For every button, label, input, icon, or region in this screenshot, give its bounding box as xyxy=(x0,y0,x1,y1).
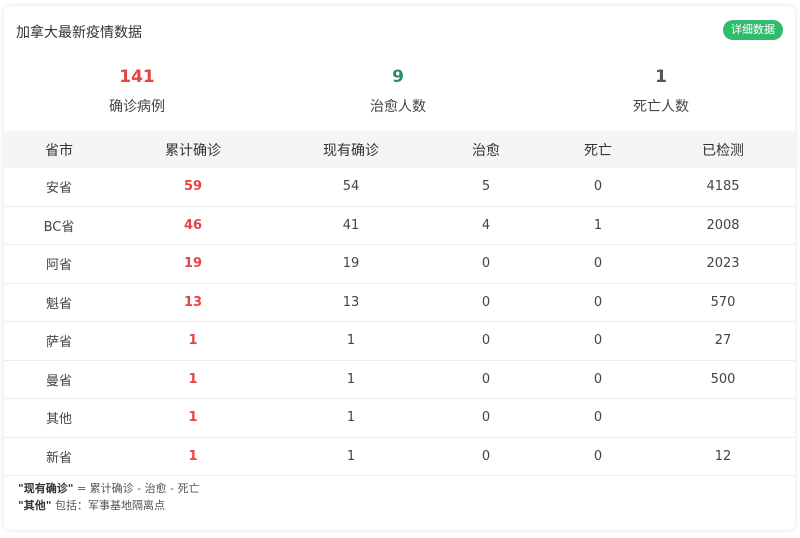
cured-cell: 0 xyxy=(481,371,491,387)
deaths-cell: 0 xyxy=(593,179,603,195)
deaths-cell: 0 xyxy=(593,448,603,464)
province-cell: 曼省 xyxy=(45,373,72,389)
total-confirmed-cell: 13 xyxy=(183,294,203,310)
table-row: 魁省 13 13 0 0 570 xyxy=(4,284,795,322)
deaths-cell: 0 xyxy=(593,294,603,310)
column-header-total-confirmed: 累计确诊 xyxy=(165,142,221,159)
footnote-other-definition: "其他" 包括：军事基地隔离点 xyxy=(18,497,200,514)
stat-deaths: 1 死亡人数 xyxy=(561,66,761,116)
footnotes: "现有确诊" = 累计确诊 - 治愈 - 死亡 "其他" 包括：军事基地隔离点 xyxy=(18,480,200,514)
card-header: 加拿大最新疫情数据 详细数据 xyxy=(16,20,783,42)
column-header-province: 省市 xyxy=(45,142,73,159)
active-cell: 1 xyxy=(346,410,356,426)
tested-cell: 12 xyxy=(714,448,732,464)
data-card: 加拿大最新疫情数据 详细数据 141 确诊病例 9 治愈人数 1 死亡人数 省市… xyxy=(4,6,795,530)
cured-cell: 0 xyxy=(481,294,491,310)
province-cell: 新省 xyxy=(45,450,72,466)
active-cell: 41 xyxy=(342,217,360,233)
cured-cell: 4 xyxy=(481,217,491,233)
column-header-tested: 已检测 xyxy=(702,142,744,159)
cured-label: 治愈人数 xyxy=(370,99,426,115)
summary-stats: 141 确诊病例 9 治愈人数 1 死亡人数 xyxy=(4,66,795,126)
deaths-cell: 0 xyxy=(593,410,603,426)
total-confirmed-cell: 59 xyxy=(183,179,203,195)
deaths-count: 1 xyxy=(655,67,667,87)
active-cell: 1 xyxy=(346,371,356,387)
deaths-cell: 0 xyxy=(593,333,603,349)
deaths-cell: 0 xyxy=(593,256,603,272)
cured-cell: 0 xyxy=(481,448,491,464)
tested-cell: 570 xyxy=(710,294,736,310)
footnote-active-definition: "现有确诊" = 累计确诊 - 治愈 - 死亡 xyxy=(18,480,200,497)
total-confirmed-cell: 46 xyxy=(183,217,203,233)
tested-cell xyxy=(654,399,792,437)
table-row: 其他 1 1 0 0 xyxy=(4,399,795,438)
active-cell: 19 xyxy=(342,256,360,272)
table-row: 曼省 1 1 0 0 500 xyxy=(4,361,795,399)
cured-count: 9 xyxy=(392,67,404,87)
cured-cell: 0 xyxy=(481,256,491,272)
table-row: 萨省 1 1 0 0 27 xyxy=(4,322,795,361)
active-cell: 1 xyxy=(346,448,356,464)
table-body: 安省 59 54 5 0 4185 BC省 46 41 4 1 2008 阿省 19 19 0 0 2023 魁省 1… xyxy=(4,168,795,476)
province-cell: 其他 xyxy=(45,412,72,428)
tested-cell: 500 xyxy=(710,371,736,387)
deaths-cell: 1 xyxy=(593,217,603,233)
footnote-term: "其他" xyxy=(18,499,52,512)
province-cell: 萨省 xyxy=(45,335,72,351)
total-confirmed-cell: 1 xyxy=(188,448,198,464)
total-confirmed-cell: 1 xyxy=(188,410,198,426)
province-cell: 安省 xyxy=(45,181,72,197)
province-table: 省市 累计确诊 现有确诊 治愈 死亡 已检测 安省 59 54 5 0 4185 BC省 46… xyxy=(4,131,795,476)
confirmed-label: 确诊病例 xyxy=(109,99,165,115)
tested-cell: 2008 xyxy=(706,217,740,233)
stat-confirmed: 141 确诊病例 xyxy=(37,66,237,116)
province-cell: 魁省 xyxy=(45,296,72,312)
tested-cell: 4185 xyxy=(706,179,740,195)
total-confirmed-cell: 1 xyxy=(188,371,198,387)
cured-cell: 0 xyxy=(481,333,491,349)
active-cell: 54 xyxy=(342,179,360,195)
cured-cell: 0 xyxy=(481,410,491,426)
confirmed-count: 141 xyxy=(119,67,155,87)
footnote-text: = 累计确诊 - 治愈 - 死亡 xyxy=(73,482,200,495)
deaths-cell: 0 xyxy=(593,371,603,387)
table-header-row: 省市 累计确诊 现有确诊 治愈 死亡 已检测 xyxy=(4,131,795,168)
active-cell: 13 xyxy=(342,294,360,310)
stat-cured: 9 治愈人数 xyxy=(298,66,498,116)
active-cell: 1 xyxy=(346,333,356,349)
total-confirmed-cell: 1 xyxy=(188,333,198,349)
total-confirmed-cell: 19 xyxy=(183,256,203,272)
footnote-text: 包括：军事基地隔离点 xyxy=(51,499,165,512)
column-header-deaths: 死亡 xyxy=(584,142,612,159)
footnote-term: "现有确诊" xyxy=(18,482,74,495)
province-cell: BC省 xyxy=(43,219,75,235)
page-title: 加拿大最新疫情数据 xyxy=(16,25,142,41)
column-header-active: 现有确诊 xyxy=(323,142,379,159)
table-row: 阿省 19 19 0 0 2023 xyxy=(4,245,795,284)
deaths-label: 死亡人数 xyxy=(633,99,689,115)
province-cell: 阿省 xyxy=(45,258,72,274)
tested-cell: 2023 xyxy=(706,256,740,272)
cured-cell: 5 xyxy=(481,179,491,195)
table-row: 安省 59 54 5 0 4185 xyxy=(4,168,795,207)
details-button[interactable]: 详细数据 xyxy=(723,20,783,40)
tested-cell: 27 xyxy=(714,333,732,349)
table-row: BC省 46 41 4 1 2008 xyxy=(4,207,795,245)
column-header-cured: 治愈 xyxy=(472,142,500,159)
table-row: 新省 1 1 0 0 12 xyxy=(4,438,795,476)
